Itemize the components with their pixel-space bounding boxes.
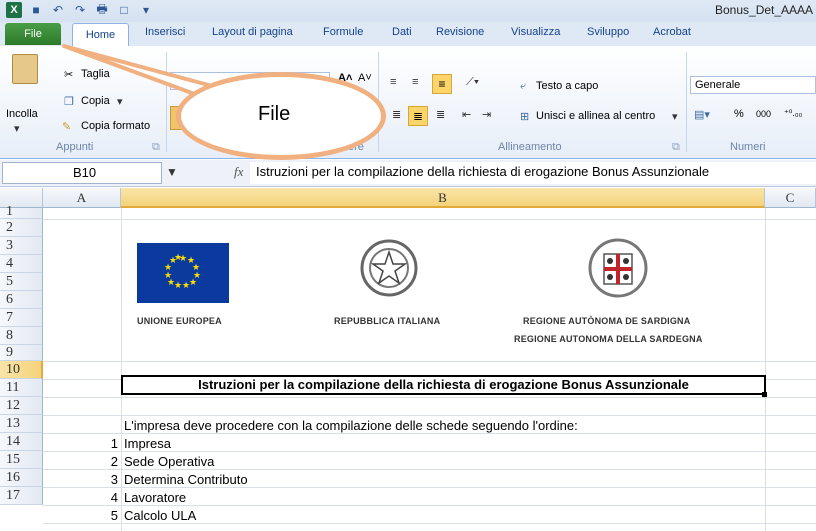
callout-pointer [62, 44, 214, 98]
callout-label: File [258, 103, 291, 125]
